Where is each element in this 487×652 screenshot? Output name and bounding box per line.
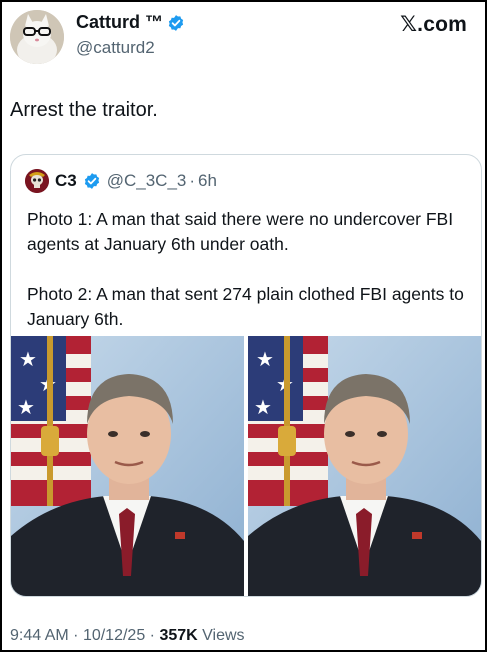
author-handle[interactable]: @catturd2 xyxy=(76,38,155,58)
verified-badge-icon xyxy=(168,14,184,31)
svg-text:★: ★ xyxy=(17,397,35,419)
dot-separator: · xyxy=(73,627,79,644)
quoted-tweet-text: Photo 1: A man that said there were no u… xyxy=(27,207,467,332)
dot-separator: · xyxy=(189,171,196,190)
quoted-photo-2[interactable]: ★ ★ ★ xyxy=(248,336,481,596)
quoted-author-name[interactable]: C3 xyxy=(55,171,77,191)
dot-separator: · xyxy=(149,627,155,644)
post-date[interactable]: 10/12/25 xyxy=(83,627,145,644)
quoted-tweet-card[interactable]: C3 @C_3C_3 · 6h Photo 1: A man that said… xyxy=(10,154,482,597)
quoted-author-avatar[interactable] xyxy=(25,169,49,193)
author-name-text: Catturd ™ xyxy=(76,12,163,32)
cat-avatar-icon xyxy=(10,10,64,64)
tweet-metadata: 9:44 AM · 10/12/25 · 357K Views xyxy=(10,627,245,645)
svg-text:★: ★ xyxy=(254,397,272,419)
quoted-photo-1[interactable]: ★ ★ ★ xyxy=(11,336,244,596)
views-label: Views xyxy=(202,627,245,644)
skull-avatar-icon xyxy=(25,169,49,193)
quoted-author-handle[interactable]: @C_3C_3 xyxy=(107,171,187,191)
post-time[interactable]: 9:44 AM xyxy=(10,627,69,644)
quoted-timestamp[interactable]: 6h xyxy=(198,171,217,191)
x-brand-logo: 𝕏.com xyxy=(400,13,467,36)
svg-text:★: ★ xyxy=(19,349,37,371)
tweet-text: Arrest the traitor. xyxy=(10,99,158,121)
portrait-photo: ★ ★ ★ xyxy=(11,336,244,596)
verified-badge-icon xyxy=(84,173,99,189)
quoted-paragraph-2: Photo 2: A man that sent 274 plain cloth… xyxy=(27,284,464,329)
author-avatar[interactable] xyxy=(10,10,64,64)
portrait-photo: ★ ★ ★ xyxy=(248,336,481,596)
quoted-paragraph-1: Photo 1: A man that said there were no u… xyxy=(27,209,454,254)
views-count: 357K xyxy=(159,627,198,644)
quoted-media-grid: ★ ★ ★ ★ xyxy=(11,336,481,596)
screenshot-frame: Catturd ™ @catturd2 𝕏.com Arrest the tra… xyxy=(0,0,487,652)
svg-text:★: ★ xyxy=(256,349,274,371)
author-display-name[interactable]: Catturd ™ xyxy=(76,12,185,33)
quoted-tweet-header: C3 @C_3C_3 · 6h xyxy=(25,169,217,193)
